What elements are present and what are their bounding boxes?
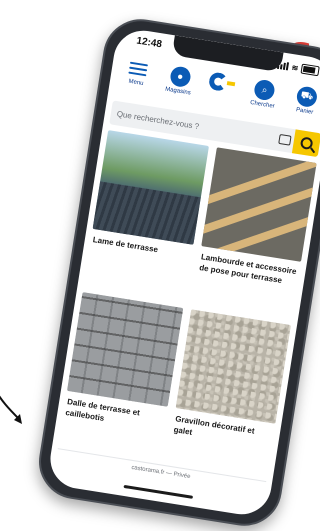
home-indicator (122, 484, 193, 499)
phone-mockup: 12:48 ≋ Menu ● Magasins ⌕ Chercher ⛟ Pan… (33, 13, 320, 531)
castorama-logo (207, 71, 238, 95)
status-time: 12:48 (135, 35, 163, 51)
category-image-joists (200, 147, 317, 262)
stores-button[interactable]: ● Magasins (158, 64, 202, 98)
hamburger-icon (128, 59, 149, 80)
category-image-gravel (175, 309, 291, 424)
cart-icon: ⛟ (295, 85, 319, 109)
category-card-lame-de-terrasse[interactable]: Lame de terrasse (84, 130, 209, 302)
wifi-icon: ≋ (290, 62, 299, 73)
magnifier-icon (299, 136, 314, 151)
category-card-gravillon[interactable]: Gravillon décoratif et galet (166, 309, 291, 481)
menu-label: Menu (128, 78, 144, 87)
phone-notch (171, 35, 284, 73)
cart-label: Panier (295, 107, 314, 116)
location-pin-icon: ● (168, 65, 192, 89)
search-icon: ⌕ (253, 78, 277, 102)
search-nav-label: Chercher (249, 99, 275, 110)
category-image-terrace-boards (92, 130, 209, 245)
cart-button[interactable]: ⛟ Panier (284, 84, 320, 118)
battery-icon (300, 63, 320, 77)
phone-screen: 12:48 ≋ Menu ● Magasins ⌕ Chercher ⛟ Pan… (46, 26, 320, 519)
arrow-icon (0, 395, 22, 424)
search-nav-button[interactable]: ⌕ Chercher (242, 77, 286, 111)
category-card-lambourde[interactable]: Lambourde et accessoire de pose pour ter… (192, 147, 317, 319)
category-image-terrace-tiles (66, 292, 183, 407)
camera-icon (278, 133, 292, 146)
product-category-grid: Lame de terrasse Lambourde et accessoire… (58, 130, 317, 481)
url-text: castorama.fr — Privée (130, 464, 191, 481)
menu-button[interactable]: Menu (116, 57, 160, 89)
category-card-dalle-de-terrasse[interactable]: Dalle de terrasse et caillebotis (58, 292, 183, 464)
search-submit-button[interactable] (291, 129, 320, 158)
stores-label: Magasins (164, 86, 192, 97)
logo-link[interactable] (201, 70, 244, 96)
